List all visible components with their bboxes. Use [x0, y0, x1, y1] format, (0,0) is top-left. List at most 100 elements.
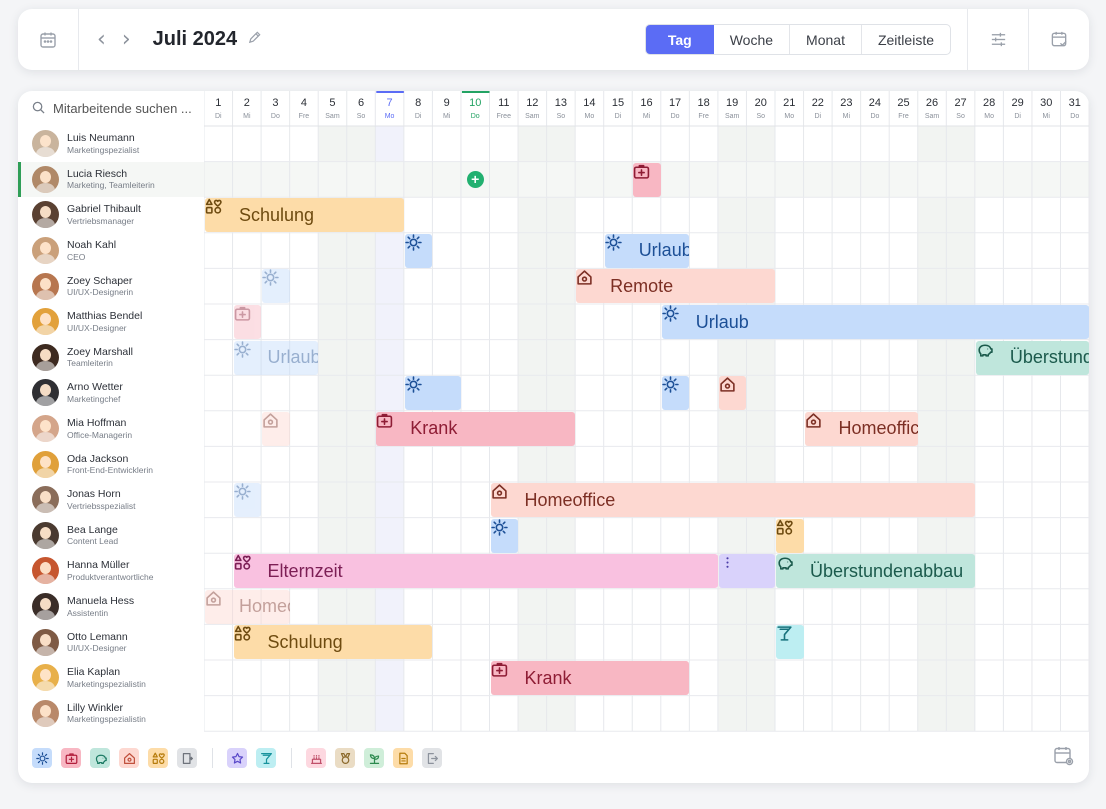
employee-row[interactable]: Zoey Marshall Teamleiterin — [18, 340, 204, 376]
weekday-label: Sam — [725, 113, 740, 120]
absence-tile-urlaub[interactable] — [233, 483, 262, 517]
absence-tile-schulung[interactable] — [776, 518, 804, 553]
view-tab-day[interactable]: Tag — [645, 25, 714, 54]
medical-case-icon[interactable] — [61, 748, 81, 768]
cake-icon[interactable] — [306, 748, 326, 768]
day-number: 7 — [387, 97, 393, 109]
employee-row[interactable]: Bea Lange Content Lead — [18, 518, 204, 554]
employee-role: Assistentin — [67, 607, 109, 618]
weekend-column — [717, 126, 747, 732]
avatar — [32, 308, 59, 336]
piggy-bank-icon — [978, 344, 1004, 368]
absence-bar-homeoffice[interactable]: Homeoffice — [804, 411, 918, 446]
shapes-icon — [205, 198, 233, 225]
star-icon[interactable] — [227, 748, 247, 768]
medical-case-icon — [377, 413, 404, 439]
absence-bar-schulung[interactable]: Schulung — [205, 198, 404, 233]
employee-row[interactable]: Matthias Bendel UI/UX-Designer — [18, 304, 204, 340]
add-absence-button[interactable]: + — [466, 170, 484, 188]
employee-row[interactable]: Mia Hoffman Office-Managerin — [18, 411, 204, 447]
employee-row[interactable]: Lucia Riesch Marketing, Teamleiterin — [18, 161, 204, 198]
absence-bar-ueberstunden[interactable]: Überstundenabbau — [776, 554, 975, 589]
absence-tile-homeoffice[interactable] — [262, 411, 290, 446]
calendar-check-icon[interactable] — [1029, 9, 1089, 70]
medal-icon[interactable] — [335, 748, 355, 768]
view-tab-timeline[interactable]: Zeitleiste — [860, 25, 950, 54]
absence-bar-remote[interactable]: Remote — [576, 269, 775, 304]
next-month-button[interactable]: › — [114, 27, 139, 52]
plant-icon[interactable] — [364, 748, 384, 768]
weekday-label: Di — [615, 113, 622, 120]
employee-row[interactable]: Gabriel Thibault Vertriebsmanager — [18, 197, 204, 233]
weekend-column — [917, 126, 947, 732]
weekday-label: Mo — [784, 113, 794, 120]
absence-bar-urlaub[interactable]: Urlaub — [604, 233, 690, 268]
day-number: 21 — [783, 97, 795, 109]
employee-row[interactable]: Elia Kaplan Marketingspezialistin — [18, 660, 204, 696]
employee-row[interactable]: Luis Neumann Marketingspezialist — [18, 126, 204, 162]
calendar-icon[interactable] — [18, 9, 78, 70]
absence-bar-krank[interactable]: Krank — [490, 661, 690, 695]
absence-tile-urlaub[interactable] — [490, 518, 519, 553]
exit-icon[interactable] — [422, 748, 442, 768]
document-icon[interactable] — [393, 748, 413, 768]
employee-row[interactable]: Otto Lemann UI/UX-Designer — [18, 624, 204, 660]
absence-label: Homeoffice — [239, 596, 290, 617]
employee-name: Manuela Hess — [67, 595, 135, 608]
employee-row[interactable]: Lilly Winkler Marketingspezialistin — [18, 696, 204, 732]
absence-bar-urlaub[interactable]: Urlaub — [661, 305, 1089, 339]
calendar-settings-icon[interactable] — [1053, 745, 1075, 772]
absence-tile-krank[interactable] — [233, 305, 262, 339]
employee-row[interactable]: Manuela Hess Assistentin — [18, 589, 204, 625]
door-icon[interactable] — [177, 748, 197, 768]
employee-row[interactable]: Zoey Schaper UI/UX-Designerin — [18, 268, 204, 304]
absence-bar-elternzeit[interactable]: Elternzeit — [233, 554, 718, 589]
employee-name: Matthias Bendel — [67, 310, 143, 323]
employee-row[interactable]: Arno Wetter Marketingchef — [18, 375, 204, 411]
day-number: 27 — [954, 97, 966, 109]
filter-sliders-icon[interactable] — [968, 9, 1028, 70]
shapes-icon[interactable] — [148, 748, 168, 768]
absence-tile-urlaub[interactable] — [661, 376, 690, 411]
search-input[interactable] — [53, 101, 193, 116]
absence-tile-urlaub[interactable] — [262, 269, 290, 304]
employee-row[interactable]: Hanna Müller Produktverantwortliche — [18, 553, 204, 589]
employee-name: Jonas Horn — [67, 488, 121, 501]
avatar — [32, 165, 59, 193]
absence-tile-homeoffice[interactable] — [718, 376, 747, 411]
employee-name: Arno Wetter — [67, 381, 123, 394]
absence-tile-event[interactable] — [776, 625, 804, 660]
absence-tile-urlaub[interactable] — [404, 233, 433, 268]
piggy-bank-icon[interactable] — [90, 748, 110, 768]
previous-month-button[interactable]: ‹ — [89, 27, 114, 52]
employee-row[interactable]: Oda Jackson Front-End-Entwicklerin — [18, 446, 204, 482]
absence-label: Homeoffice — [524, 489, 616, 510]
house-icon[interactable] — [119, 748, 139, 768]
sun-icon[interactable] — [32, 748, 52, 768]
view-tab-week[interactable]: Woche — [714, 25, 789, 54]
absence-tile-urlaub[interactable] — [404, 376, 461, 411]
view-tab-month[interactable]: Monat — [789, 25, 861, 54]
calendar-grid[interactable]: 1 Di 2 Mi 3 Do 4 Fre 5 Sam 6 So 7 Mo 8 Di 9 Mi 10 Do 11 Free 1… — [204, 91, 1089, 733]
cocktail-icon[interactable] — [256, 748, 276, 768]
absence-tile-krank[interactable] — [633, 162, 661, 197]
absence-bar-homeoffice[interactable]: Homeoffice — [490, 483, 975, 517]
employee-search[interactable] — [18, 91, 204, 126]
divider — [78, 9, 79, 70]
absence-bar-krank[interactable]: Krank — [376, 411, 576, 446]
day-number: 17 — [669, 97, 681, 109]
absence-bar-schulung[interactable]: Schulung — [233, 625, 433, 660]
pencil-icon[interactable] — [247, 30, 262, 50]
employee-name: Mia Hoffman — [67, 417, 127, 430]
absence-bar-urlaub[interactable]: Urlaub — [233, 340, 319, 375]
weekday-label: So — [557, 113, 566, 120]
employee-row[interactable]: Jonas Horn Vertriebsspezialist — [18, 482, 204, 518]
day-number: 14 — [583, 97, 595, 109]
absence-bar-ueberstunden[interactable]: Überstundenabbau — [975, 340, 1089, 375]
absence-tile-more[interactable] — [718, 554, 775, 589]
employee-name: Gabriel Thibault — [67, 203, 141, 216]
avatar — [32, 450, 59, 478]
employee-row[interactable]: Noah Kahl CEO — [18, 233, 204, 269]
absence-bar-homeoffice[interactable]: Homeoffice — [205, 589, 290, 624]
employee-name: Zoey Schaper — [67, 274, 133, 287]
